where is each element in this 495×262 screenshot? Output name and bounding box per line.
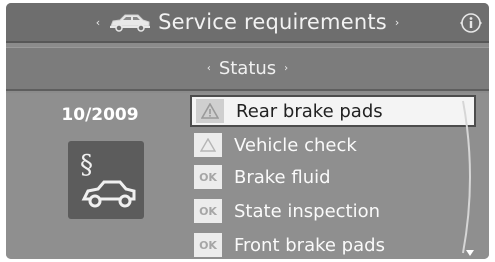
ok-badge-icon: OK (194, 233, 222, 257)
warning-triangle-icon (194, 133, 222, 157)
list-item-front-brake-pads[interactable]: OK Front brake pads (190, 229, 476, 259)
status-tab-bar: ‹ Status › (6, 47, 489, 91)
info-icon[interactable] (459, 11, 483, 35)
ok-badge-icon: OK (194, 165, 222, 189)
scroll-down-icon[interactable] (465, 249, 475, 257)
svg-text:§: § (80, 150, 93, 180)
ok-badge-icon: OK (194, 199, 222, 223)
list-item-rear-brake-pads[interactable]: Rear brake pads (190, 95, 476, 127)
scroll-bar[interactable] (461, 99, 479, 255)
page-title: Service requirements (158, 10, 387, 34)
service-summary: 10/2009 § (50, 105, 150, 219)
list-item-label: Vehicle check (234, 134, 357, 156)
list-item-label: Rear brake pads (236, 100, 383, 122)
title-bar: ‹ Service requirements › (6, 3, 489, 43)
list-item-brake-fluid[interactable]: OK Brake fluid (190, 161, 476, 193)
list-item-vehicle-check[interactable]: Vehicle check (190, 129, 476, 161)
list-item-label: Front brake pads (234, 234, 385, 256)
service-date: 10/2009 (61, 105, 139, 125)
car-icon (110, 14, 151, 32)
list-item-label: State inspection (234, 200, 381, 222)
content-area: 10/2009 § Rear brake pads Vehicle check (6, 93, 489, 259)
service-list: Rear brake pads Vehicle check OK Brake f… (190, 93, 476, 259)
title-right-arrow-icon[interactable]: › (395, 16, 399, 29)
list-item-state-inspection[interactable]: OK State inspection (190, 195, 476, 227)
legal-section-car-icon: § (68, 141, 144, 219)
title-left-arrow-icon[interactable]: ‹ (96, 16, 100, 29)
status-left-arrow-icon[interactable]: ‹ (207, 63, 211, 74)
status-tab[interactable]: Status (219, 58, 276, 79)
warning-triangle-icon (196, 99, 224, 123)
idrive-screen: ‹ Service requirements › ‹ Status › 10/2… (6, 3, 489, 259)
status-right-arrow-icon[interactable]: › (284, 63, 288, 74)
list-item-label: Brake fluid (234, 166, 331, 188)
